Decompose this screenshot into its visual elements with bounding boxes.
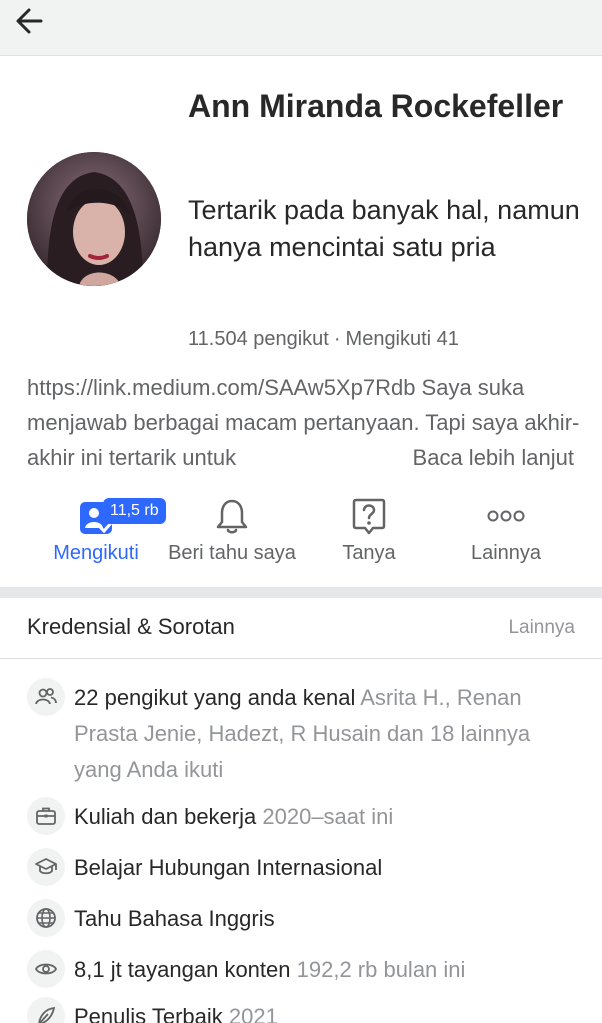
notify-label: Beri tahu saya bbox=[168, 542, 296, 564]
follow-label: Mengikuti bbox=[53, 542, 139, 564]
more-actions-button[interactable]: Lainnya bbox=[456, 494, 556, 568]
ask-button[interactable]: Tanya bbox=[320, 494, 418, 568]
followers-count[interactable]: 11.504 pengikut bbox=[188, 328, 329, 350]
top-bar bbox=[0, 0, 602, 56]
follow-stats: 11.504 pengikut · Mengikuti 41 bbox=[188, 326, 459, 352]
briefcase-icon bbox=[36, 807, 56, 825]
profile-avatar[interactable] bbox=[27, 152, 161, 286]
follower-count-badge: 11,5 rb bbox=[103, 498, 166, 524]
credential-sub: 192,2 rb bulan ini bbox=[296, 957, 466, 982]
notify-button[interactable]: Beri tahu saya bbox=[160, 494, 304, 568]
eye-icon bbox=[34, 963, 58, 975]
profile-bio: https://link.medium.com/SAAw5Xp7Rdb Saya… bbox=[27, 370, 587, 475]
stats-separator: · bbox=[333, 328, 341, 350]
section-divider bbox=[0, 587, 602, 598]
back-button[interactable] bbox=[10, 4, 48, 38]
arrow-left-icon bbox=[16, 8, 43, 34]
more-dots-icon bbox=[487, 510, 525, 522]
read-more-link[interactable]: Baca lebih lanjut bbox=[413, 440, 574, 475]
more-actions-label: Lainnya bbox=[470, 542, 542, 564]
credentials-title: Kredensial & Sorotan bbox=[27, 614, 235, 639]
feather-icon bbox=[38, 1006, 56, 1023]
ask-label: Tanya bbox=[342, 542, 396, 564]
profile-tagline: Tertarik pada banyak hal, namun hanya me… bbox=[188, 195, 580, 262]
credential-main: Belajar Hubungan Internasional bbox=[74, 855, 383, 880]
following-count[interactable]: Mengikuti 41 bbox=[346, 328, 459, 350]
question-icon bbox=[352, 498, 386, 535]
credential-main: Tahu Bahasa Inggris bbox=[74, 906, 275, 931]
profile-name: Ann Miranda Rockefeller bbox=[188, 88, 564, 124]
people-icon bbox=[35, 688, 57, 705]
credential-main: 22 pengikut yang anda kenal bbox=[74, 685, 356, 710]
credential-sub: 2021 bbox=[228, 1004, 278, 1023]
profile-actions: Mengikuti 11,5 rb Beri tahu saya Tanya L… bbox=[0, 494, 602, 574]
credentials-header: Kredensial & Sorotan Lainnya bbox=[0, 598, 602, 659]
credentials-more-link[interactable]: Lainnya bbox=[508, 617, 575, 639]
credential-sub: 2020–saat ini bbox=[262, 804, 394, 829]
credential-main: Penulis Terbaik bbox=[74, 1004, 223, 1023]
credential-main: Kuliah dan bekerja bbox=[74, 804, 257, 829]
graduation-cap-icon bbox=[35, 858, 57, 875]
globe-icon bbox=[36, 908, 56, 928]
bell-icon bbox=[216, 499, 248, 534]
credential-main: 8,1 jt tayangan konten bbox=[74, 957, 291, 982]
